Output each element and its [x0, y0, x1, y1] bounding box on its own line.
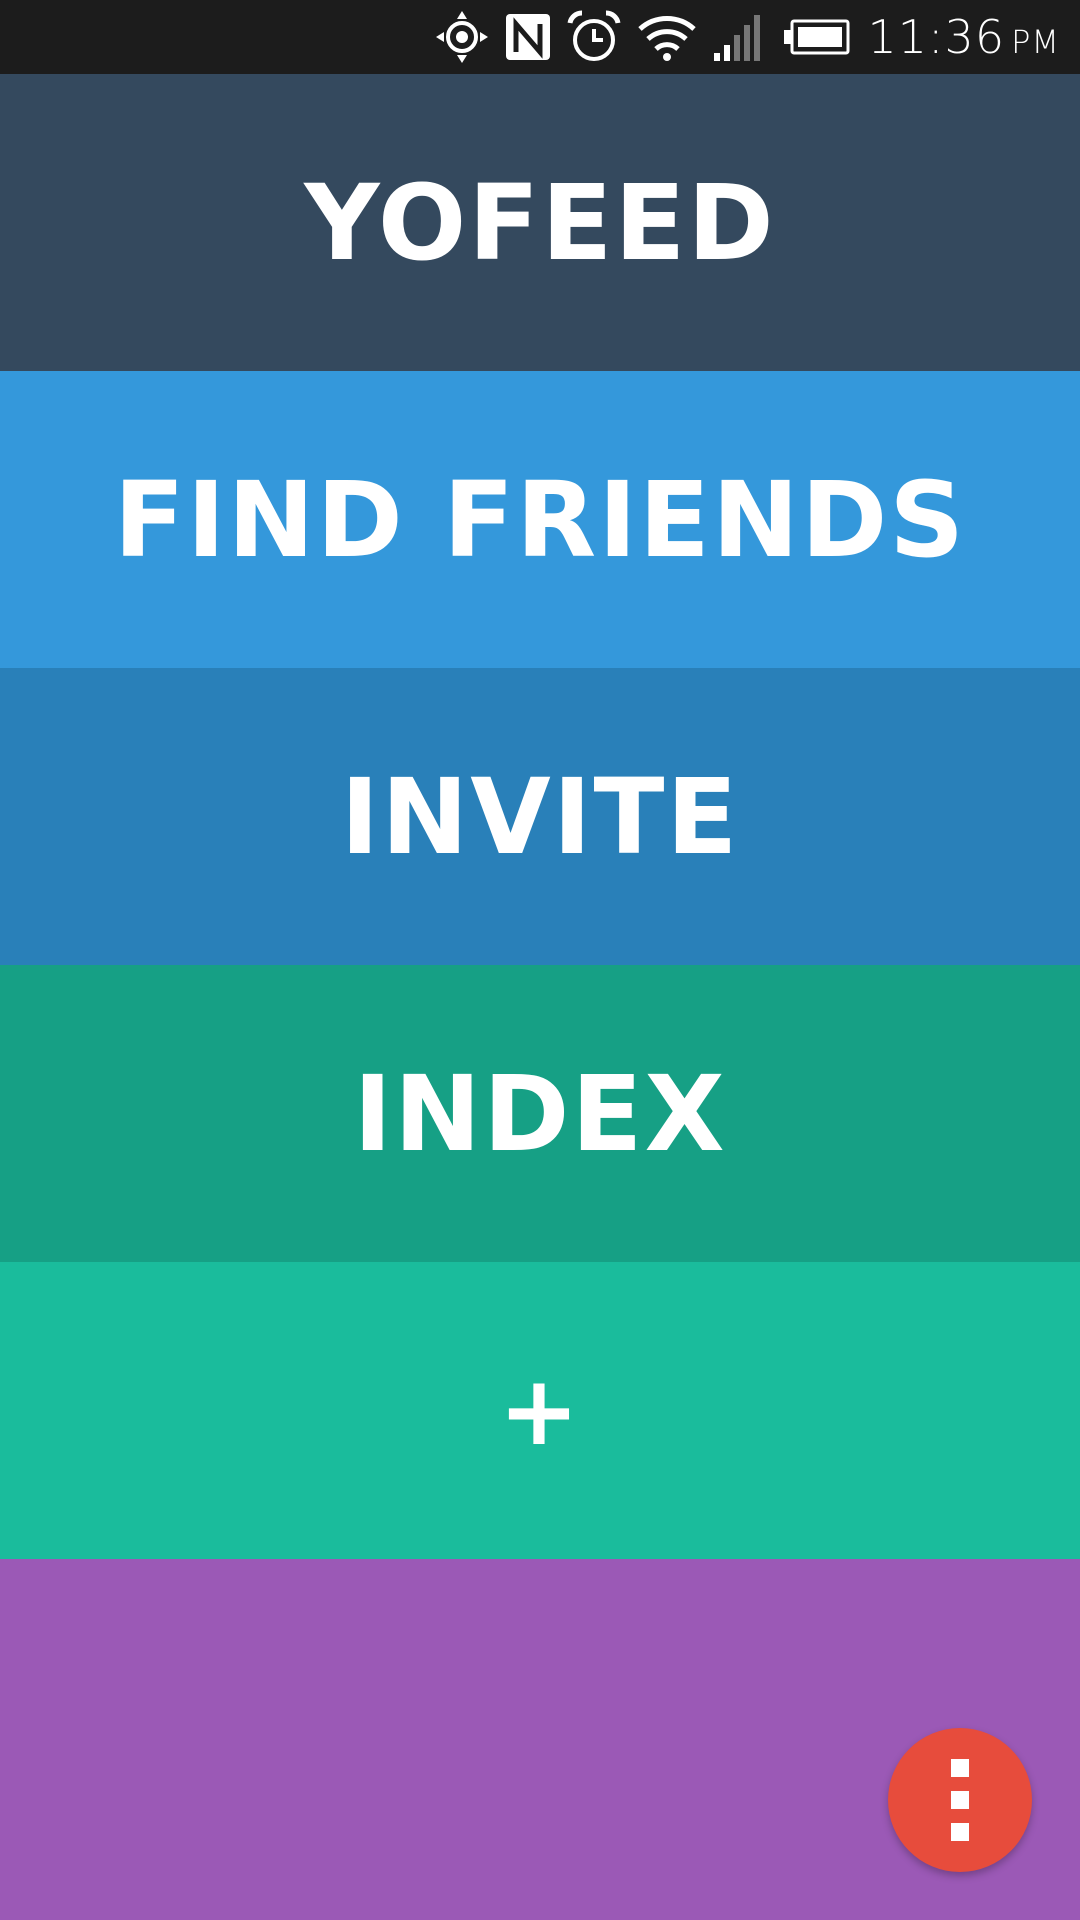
find-friends-label: FIND FRIENDS [113, 458, 967, 581]
index-button[interactable]: INDEX [0, 965, 1080, 1262]
yofeed-label: YOFEED [304, 161, 776, 284]
yofeed-button[interactable]: YOFEED [0, 74, 1080, 371]
battery-icon [782, 0, 852, 74]
add-label: + [498, 1354, 582, 1467]
status-bar: 11:36 PM [0, 0, 1080, 74]
gps-icon [434, 0, 490, 74]
alarm-icon [566, 0, 622, 74]
status-time-ampm: PM [1011, 23, 1060, 61]
find-friends-button[interactable]: FIND FRIENDS [0, 371, 1080, 668]
signal-icon [712, 0, 768, 74]
invite-button[interactable]: INVITE [0, 668, 1080, 965]
more-options-button[interactable] [888, 1728, 1032, 1872]
index-label: INDEX [353, 1052, 727, 1175]
status-time: 11:36 PM [868, 10, 1060, 64]
wifi-icon [636, 0, 698, 74]
bottom-area [0, 1559, 1080, 1920]
nfc-icon [504, 0, 552, 74]
status-time-value: 11:36 [867, 10, 1006, 64]
main-menu: YOFEED FIND FRIENDS INVITE INDEX + [0, 74, 1080, 1559]
invite-label: INVITE [340, 755, 740, 878]
add-button[interactable]: + [0, 1262, 1080, 1559]
more-vertical-icon [951, 1759, 969, 1841]
